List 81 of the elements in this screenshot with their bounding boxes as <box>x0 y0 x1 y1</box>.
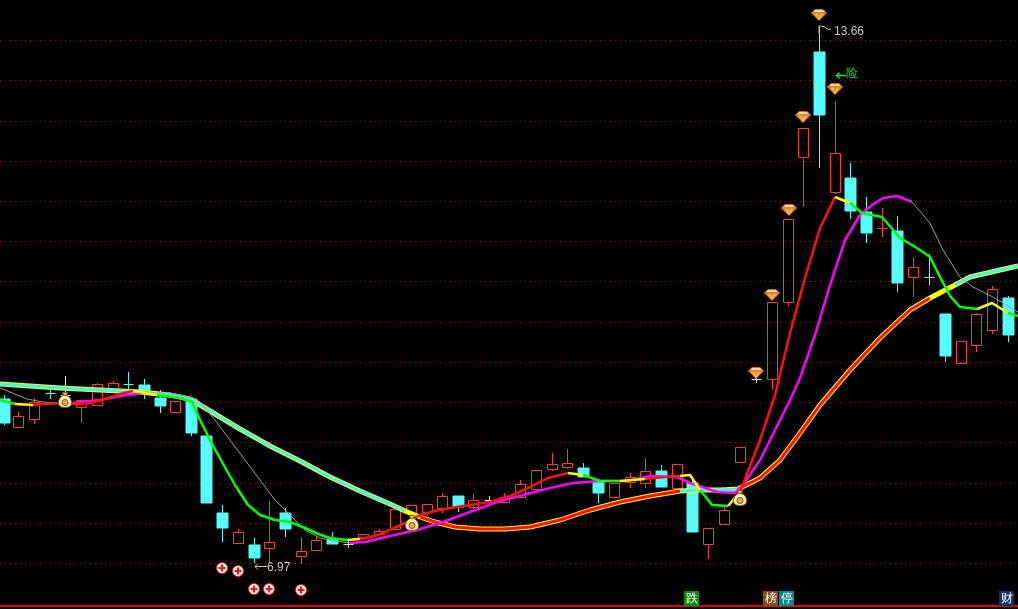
candlestick <box>138 378 151 400</box>
candlestick <box>531 470 542 490</box>
candlestick <box>686 475 699 533</box>
candlestick <box>123 371 134 390</box>
low-price-label: 6.97 <box>267 561 291 574</box>
candlestick <box>939 313 952 363</box>
candlestick <box>374 528 385 535</box>
candlestick <box>971 312 982 353</box>
candlestick <box>609 483 620 499</box>
candlestick <box>264 500 275 564</box>
candlestick <box>248 537 261 564</box>
marker-tag: 停 <box>779 591 794 606</box>
high-price-label: 13.66 <box>834 25 865 38</box>
candlestick <box>185 398 198 437</box>
plus-circle-icon <box>216 562 228 574</box>
candlestick <box>860 196 873 244</box>
candlestick <box>499 492 510 503</box>
candlestick <box>640 457 651 489</box>
candlestick <box>515 479 526 498</box>
candlestick <box>577 462 590 478</box>
candlestick <box>311 536 322 551</box>
candlestick <box>154 389 167 414</box>
plus-circle-icon <box>248 583 260 595</box>
marker-tag: 财 <box>999 591 1014 606</box>
candlestick <box>703 528 714 560</box>
candlestick <box>908 256 919 298</box>
candlestick <box>547 452 558 472</box>
marker-tag: 跌 <box>684 591 699 606</box>
plus-circle-icon <box>263 583 275 595</box>
candlestick <box>279 507 292 538</box>
candlestick <box>60 375 71 398</box>
candlestick <box>625 472 636 489</box>
candlestick <box>296 536 307 565</box>
candlestick <box>13 411 24 428</box>
candlestick <box>877 207 888 238</box>
candlestick <box>422 504 433 517</box>
diamond-icon <box>811 9 827 21</box>
diamond-icon <box>781 204 797 216</box>
candlestick <box>0 394 11 426</box>
candlestick <box>358 534 369 538</box>
candlestick <box>452 495 465 513</box>
candlestick <box>719 505 730 525</box>
candlestick <box>326 531 339 545</box>
candlestick <box>468 493 479 510</box>
candlestick <box>562 448 573 470</box>
candlestick <box>437 492 448 514</box>
candlestick <box>655 464 668 488</box>
money-bag-icon <box>58 392 72 408</box>
plus-circle-icon <box>232 565 244 577</box>
candlestick <box>29 397 40 425</box>
candlestick <box>844 162 857 220</box>
candlestick <box>924 253 935 286</box>
candlestick <box>108 380 119 390</box>
candlestick <box>390 509 401 530</box>
candlestick <box>45 388 56 400</box>
diamond-icon <box>764 289 780 301</box>
diamond-icon <box>748 367 764 379</box>
candlestick <box>987 285 998 335</box>
candlestick <box>92 382 103 406</box>
candlestick <box>343 540 354 549</box>
candlestick <box>1002 295 1015 343</box>
plus-circle-icon <box>295 584 307 596</box>
pointer-icon <box>818 25 832 35</box>
candlestick <box>735 447 746 463</box>
candlestick <box>592 481 605 504</box>
candlestick <box>200 435 213 504</box>
candlestick <box>672 464 683 489</box>
money-bag-icon <box>405 515 419 531</box>
arrow-icon <box>835 71 847 80</box>
arrow-icon <box>254 563 268 570</box>
candlestick <box>76 400 87 424</box>
candlestick <box>216 504 229 543</box>
diamond-icon <box>827 83 843 95</box>
candlestick <box>956 341 967 364</box>
candlestick <box>233 528 244 544</box>
diamond-icon <box>795 111 811 123</box>
signal-label: 险 <box>846 66 858 80</box>
candlestick <box>170 401 181 413</box>
marker-tag: 榜 <box>763 591 778 606</box>
money-bag-icon <box>733 490 747 506</box>
candlestick <box>406 505 417 514</box>
